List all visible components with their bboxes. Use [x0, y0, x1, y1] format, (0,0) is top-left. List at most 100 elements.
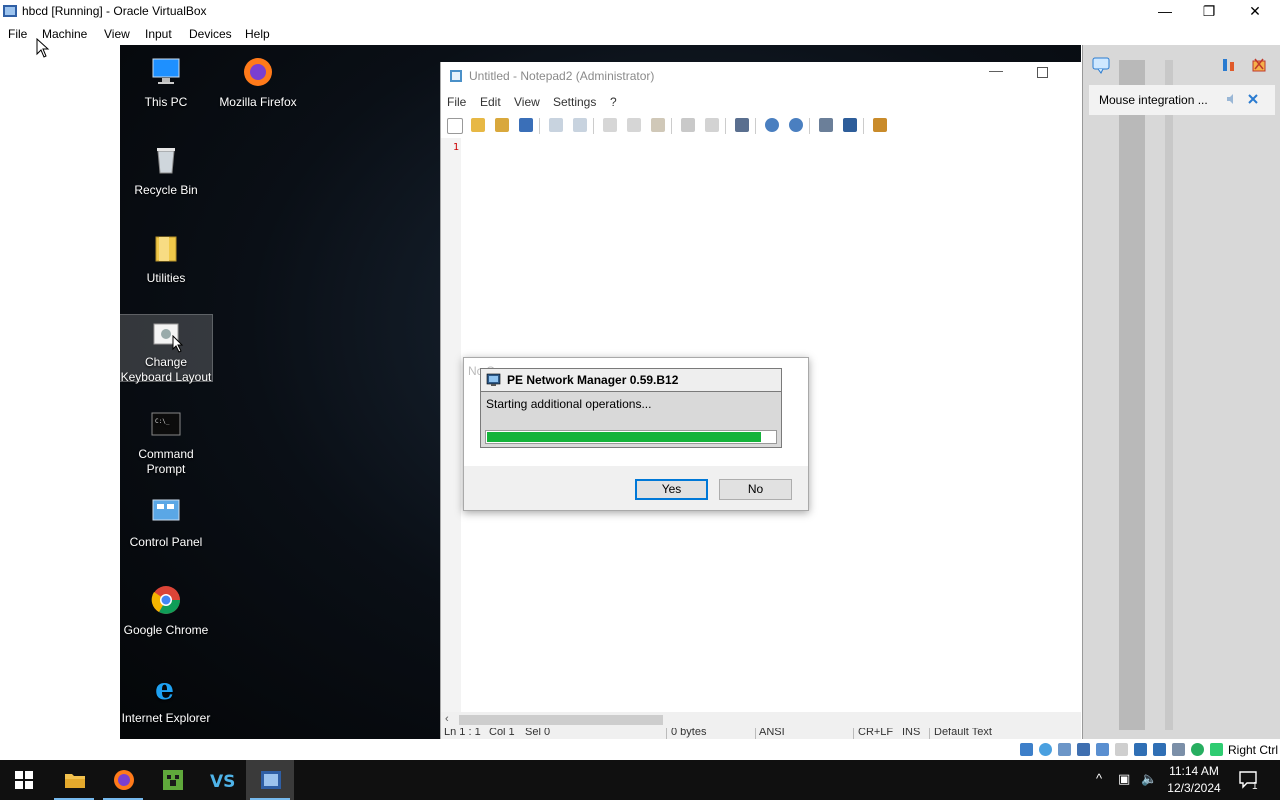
optical-drive-icon[interactable] [1039, 743, 1052, 756]
desktop-icon-command-prompt[interactable]: C:\_ Command Prompt [120, 401, 212, 477]
hard-disk-icon[interactable] [1020, 743, 1033, 756]
notification-text: Mouse integration ... [1099, 93, 1208, 107]
restore-button[interactable]: ❐ [1186, 0, 1232, 22]
redo-icon[interactable] [573, 118, 587, 132]
taskbar-virtualbox[interactable] [246, 760, 294, 800]
zoom-in-icon[interactable] [765, 118, 779, 132]
scroll-left-icon[interactable]: ‹ [445, 713, 449, 725]
guest-desktop[interactable]: This PC Mozilla Firefox Recycle Bin Util… [120, 45, 1081, 739]
panel-strip [1119, 60, 1145, 730]
notepad-title: Untitled - Notepad2 (Administrator) [469, 69, 655, 83]
folder-icon [155, 236, 177, 262]
show-hidden-icons-icon[interactable]: ^ [1096, 771, 1102, 786]
clock-date[interactable]: 12/3/2024 [1166, 781, 1222, 795]
desktop-icon-keyboard-layout[interactable]: Change Keyboard Layout [120, 314, 213, 384]
display-icon[interactable] [1134, 743, 1147, 756]
word-wrap-icon[interactable] [735, 118, 749, 132]
shared-folders-icon[interactable] [1115, 743, 1128, 756]
volume-icon[interactable]: 🔈 [1141, 771, 1157, 787]
notepad-menu-view[interactable]: View [514, 95, 540, 109]
line-number-gutter [441, 138, 461, 712]
status-mode: INS [902, 728, 921, 738]
firefox-icon [244, 58, 272, 86]
desktop-icon-utilities[interactable]: Utilities [120, 225, 212, 286]
taskbar-firefox[interactable] [99, 760, 147, 800]
scrollbar-thumb[interactable] [459, 715, 663, 725]
cut-icon[interactable] [603, 118, 617, 132]
close-button[interactable]: ✕ [1232, 0, 1278, 22]
desktop-icon-label: Control Panel [129, 535, 203, 549]
recycle-bin-icon [157, 148, 175, 174]
menu-devices[interactable]: Devices [189, 27, 232, 41]
sort-icon[interactable] [1221, 57, 1237, 73]
host-key-label[interactable]: Right Ctrl [1228, 743, 1278, 757]
mouse-cursor-icon [172, 335, 184, 353]
customize-icon[interactable] [843, 118, 857, 132]
progress-bar-fill [487, 432, 761, 442]
copy-icon[interactable] [627, 118, 641, 132]
save-icon[interactable] [519, 118, 533, 132]
network-tray-icon[interactable]: ▣ [1118, 771, 1130, 787]
notepad-menu-edit[interactable]: Edit [480, 95, 501, 109]
desktop-icon-control-panel[interactable]: Control Panel [120, 489, 212, 550]
notepad-menu-file[interactable]: File [447, 95, 466, 109]
network-dialog[interactable]: Nc C PE Network Manager 0.59.B12 Startin… [463, 357, 809, 511]
desktop-icon-chrome[interactable]: Google Chrome [120, 577, 212, 638]
desktop-icon-recycle-bin[interactable]: Recycle Bin [120, 137, 212, 198]
notification-center-icon[interactable] [1091, 55, 1111, 75]
notepad-maximize-button[interactable] [1037, 67, 1048, 78]
find-icon[interactable] [681, 118, 695, 132]
mouse-integration-icon[interactable] [1191, 743, 1204, 756]
scheme-icon[interactable] [819, 118, 833, 132]
notepad-statusbar: Ln 1 : 1 Col 1 Sel 0 0 bytes ANSI CR+LF … [441, 728, 1081, 739]
control-panel-icon [152, 499, 180, 521]
taskbar-file-explorer[interactable] [50, 760, 98, 800]
desktop-icon-internet-explorer[interactable]: e Internet Explorer [120, 665, 212, 726]
terminal-icon: C:\_ [151, 412, 181, 436]
taskbar-minecraft[interactable] [148, 760, 196, 800]
menu-file[interactable]: File [8, 27, 27, 41]
usb-icon[interactable] [1096, 743, 1109, 756]
line-number: 1 [453, 142, 460, 153]
open-folder-icon[interactable] [471, 118, 485, 132]
ie-icon: e [155, 672, 174, 707]
new-file-icon[interactable] [447, 118, 463, 134]
notepad-menu-help[interactable]: ? [610, 95, 617, 109]
menu-view[interactable]: View [104, 27, 130, 41]
network-manager-icon [486, 373, 501, 386]
progress-window-title: PE Network Manager 0.59.B12 [507, 373, 679, 387]
recording-icon[interactable] [1153, 743, 1166, 756]
keyboard-capture-icon[interactable] [1210, 743, 1223, 756]
progress-window: PE Network Manager 0.59.B12 Starting add… [480, 368, 782, 448]
exit-icon[interactable] [873, 118, 887, 132]
no-button[interactable]: No [719, 479, 792, 500]
clock-time[interactable]: 11:14 AM [1166, 764, 1222, 778]
desktop-icon-this-pc[interactable]: This PC [120, 49, 212, 110]
status-col: Col 1 [489, 728, 515, 738]
notepad-minimize-button[interactable]: — [989, 62, 1003, 78]
minimize-button[interactable]: — [1142, 0, 1188, 22]
desktop-icon-firefox[interactable]: Mozilla Firefox [212, 49, 304, 110]
clear-all-icon[interactable] [1251, 57, 1267, 73]
notification-count: 1 [1252, 781, 1258, 792]
windows-start-icon[interactable] [15, 771, 33, 789]
taskbar-visual-studio[interactable]: VS [197, 760, 245, 800]
yes-button[interactable]: Yes [635, 479, 708, 500]
replace-icon[interactable] [705, 118, 719, 132]
panel-strip [1165, 60, 1173, 730]
vt-x-icon[interactable] [1172, 743, 1185, 756]
notification-close-icon[interactable] [1247, 93, 1259, 105]
browse-folder-icon[interactable] [495, 118, 509, 132]
audio-icon[interactable] [1058, 743, 1071, 756]
virtualbox-icon [3, 5, 17, 17]
chrome-icon [151, 586, 180, 614]
progress-message: Starting additional operations... [486, 397, 652, 411]
notification-mute-icon[interactable] [1225, 93, 1237, 105]
menu-help[interactable]: Help [245, 27, 270, 41]
undo-icon[interactable] [549, 118, 563, 132]
zoom-out-icon[interactable] [789, 118, 803, 132]
network-icon[interactable] [1077, 743, 1090, 756]
menu-input[interactable]: Input [145, 27, 172, 41]
notepad-menu-settings[interactable]: Settings [553, 95, 596, 109]
paste-icon[interactable] [651, 118, 665, 132]
